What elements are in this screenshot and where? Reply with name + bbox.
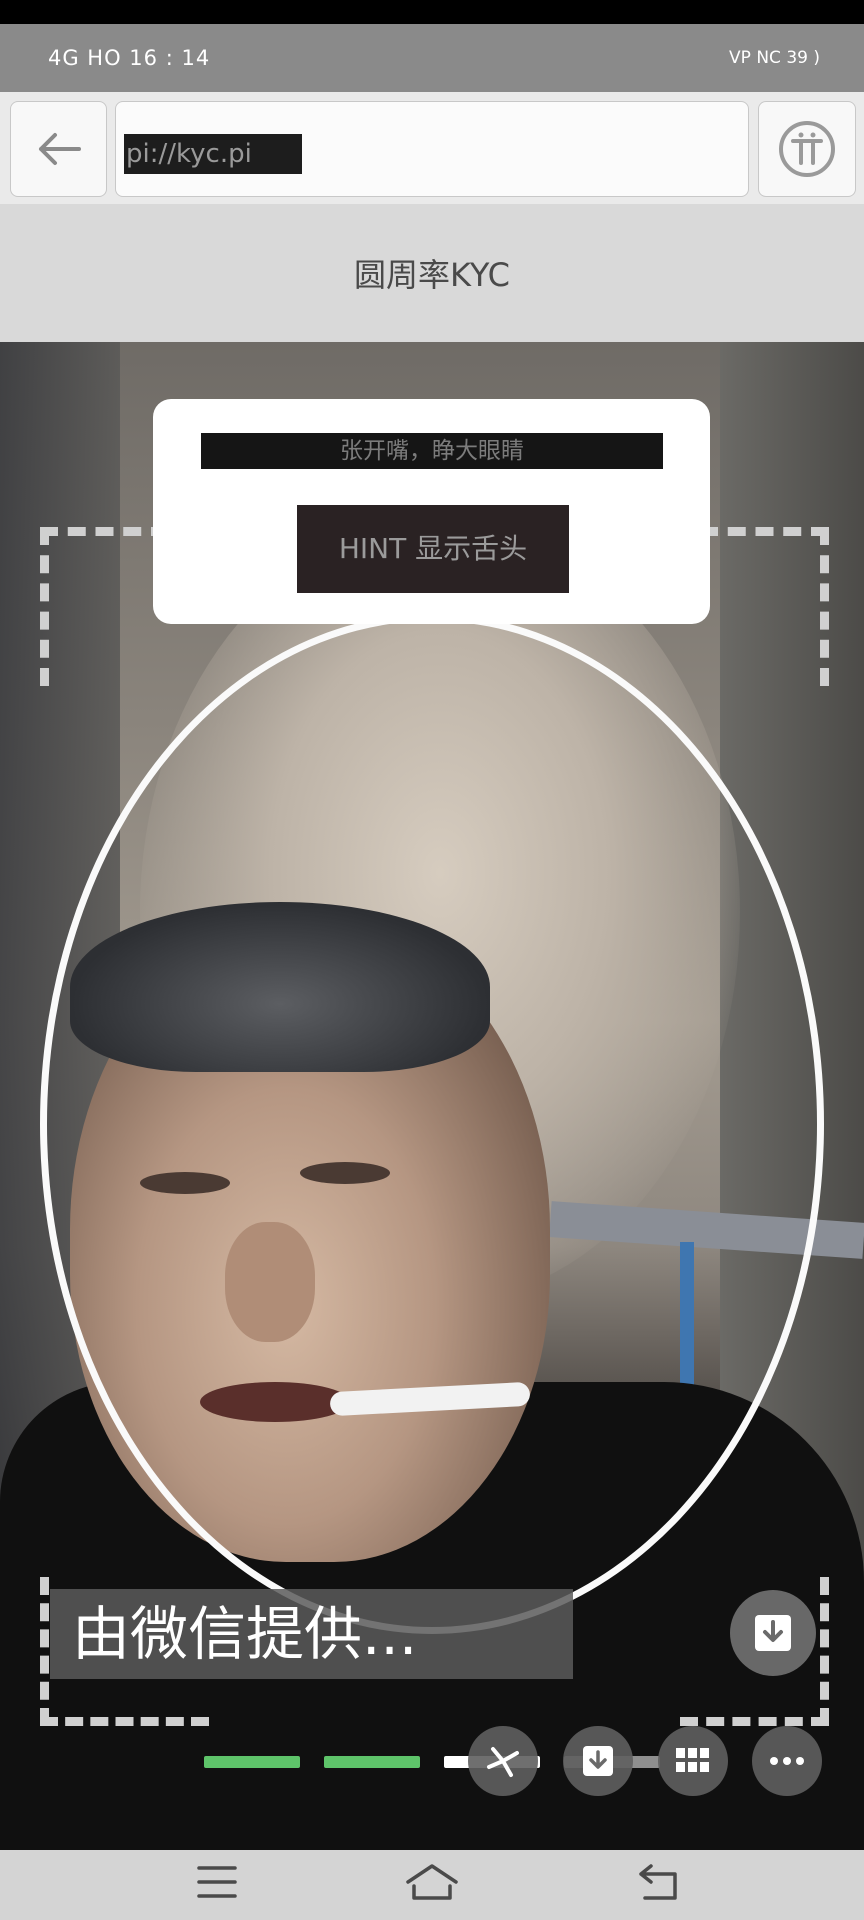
home-icon <box>406 1864 458 1900</box>
instruction-text: 张开嘴，睁大眼睛 <box>201 433 663 469</box>
download-button[interactable] <box>730 1590 816 1676</box>
download-icon <box>583 1746 613 1776</box>
status-left: 4G HO 16 : 14 <box>48 46 211 70</box>
frame-corner-top-right <box>700 527 829 686</box>
hint-card: 张开嘴，睁大眼睛 HINT 显示舌头 <box>153 399 710 624</box>
more-button[interactable] <box>752 1726 822 1796</box>
nav-home-button[interactable] <box>402 1852 462 1912</box>
progress-segment <box>324 1756 420 1768</box>
grid-button[interactable] <box>658 1726 728 1796</box>
face-guide-oval <box>40 614 824 1634</box>
arrow-left-icon <box>38 133 81 165</box>
top-band <box>0 0 864 24</box>
menu-icon <box>197 1866 237 1898</box>
download-icon <box>755 1615 791 1651</box>
frame-corner-top-left <box>40 527 169 686</box>
provided-by-label: 由微信提供... <box>50 1589 573 1679</box>
nav-menu-button[interactable] <box>187 1852 247 1912</box>
page-title: 圆周率KYC <box>354 256 510 294</box>
pinwheel-icon <box>487 1747 519 1777</box>
back-icon <box>639 1864 677 1900</box>
more-icon <box>770 1757 804 1765</box>
status-right: VP NC 39 ) <box>729 48 820 68</box>
pinwheel-button[interactable] <box>468 1726 538 1796</box>
pi-logo-button[interactable] <box>758 101 856 197</box>
pi-logo-icon <box>779 121 835 177</box>
status-bar: 4G HO 16 : 14 VP NC 39 ) <box>0 24 864 92</box>
save-button[interactable] <box>563 1726 633 1796</box>
url-text: pi://kyc.pi <box>124 134 302 174</box>
grid-icon <box>676 1748 709 1772</box>
url-field[interactable]: pi://kyc.pi <box>115 101 749 197</box>
back-button[interactable] <box>10 101 107 197</box>
hint-button[interactable]: HINT 显示舌头 <box>297 505 569 593</box>
nav-back-button[interactable] <box>628 1852 688 1912</box>
progress-segment <box>204 1756 300 1768</box>
